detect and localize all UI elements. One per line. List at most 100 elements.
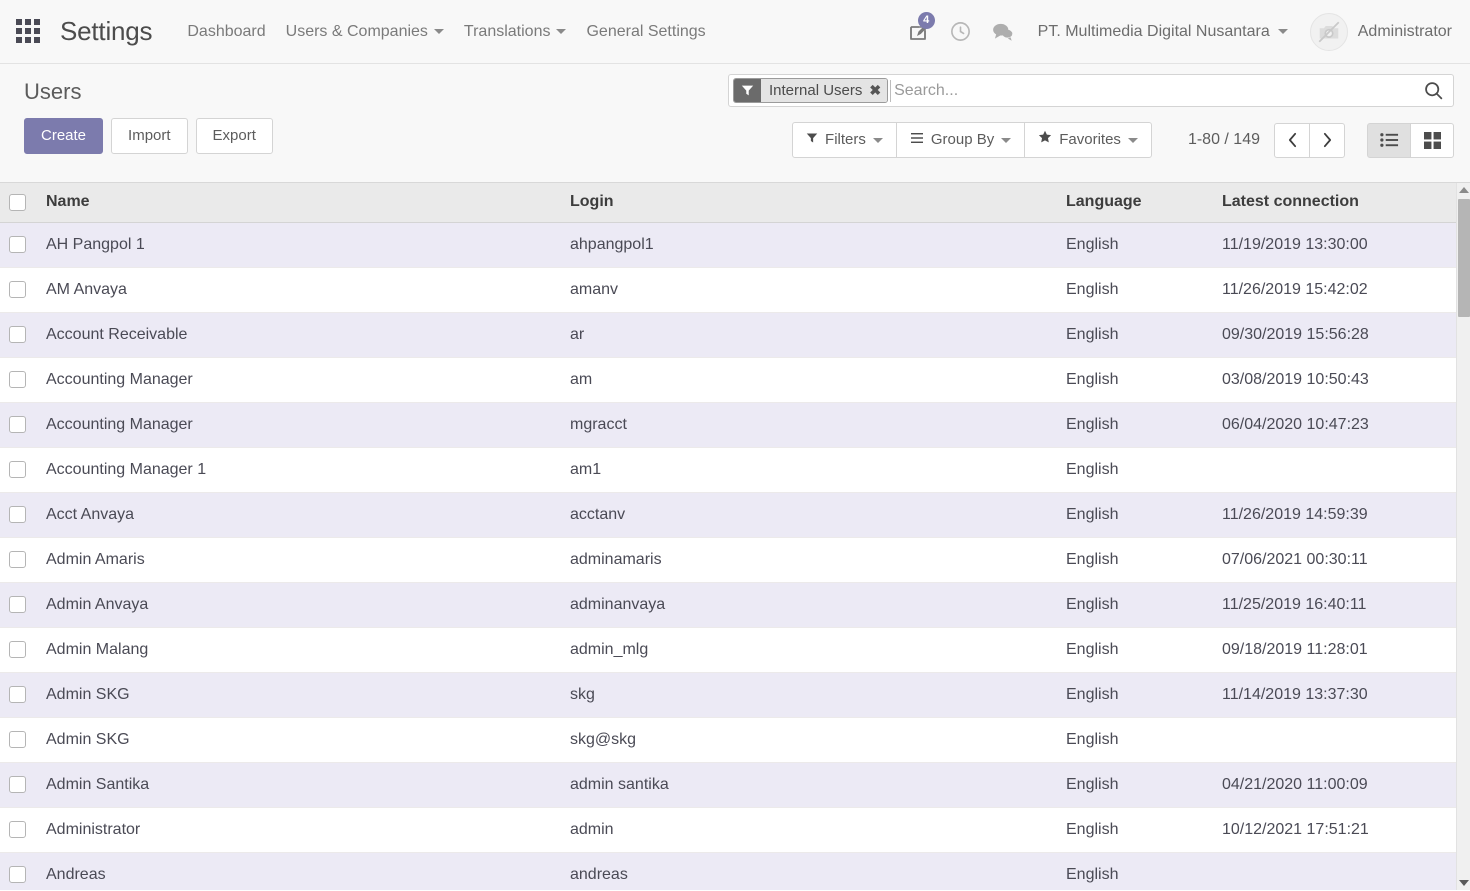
row-checkbox[interactable] bbox=[9, 325, 26, 343]
cell-language: English bbox=[1058, 852, 1214, 890]
table-row[interactable]: AH Pangpol 1 ahpangpol1 English 11/19/2019 … bbox=[0, 222, 1456, 268]
row-checkbox[interactable] bbox=[9, 640, 26, 658]
table-row[interactable]: Account Receivable ar English 09/30/2019 15… bbox=[0, 312, 1456, 358]
table-row[interactable]: Andreas andreas English bbox=[0, 852, 1456, 890]
select-all-checkbox[interactable] bbox=[9, 193, 26, 211]
chevron-down-icon bbox=[1277, 29, 1288, 34]
table-row[interactable]: Admin SKG skg@skg English bbox=[0, 717, 1456, 763]
cell-language: English bbox=[1058, 357, 1214, 403]
cell-login: ahpangpol1 bbox=[562, 222, 1058, 268]
cell-login: am bbox=[562, 357, 1058, 403]
cell-latest-connection bbox=[1214, 447, 1456, 493]
row-checkbox[interactable] bbox=[9, 775, 26, 793]
table-row[interactable]: Admin Santika admin santika English 04/21/2… bbox=[0, 762, 1456, 808]
triangle-up-icon bbox=[1458, 187, 1469, 193]
cell-language: English bbox=[1058, 312, 1214, 358]
user-menu[interactable]: Administrator bbox=[1296, 9, 1456, 55]
row-checkbox[interactable] bbox=[9, 280, 26, 298]
company-switcher[interactable]: PT. Multimedia Digital Nusantara bbox=[1024, 17, 1296, 47]
scroll-down-button[interactable] bbox=[1457, 876, 1470, 890]
column-header-login[interactable]: Login bbox=[562, 183, 1058, 223]
create-button[interactable]: Create bbox=[24, 118, 104, 154]
menu-general-settings-label: General Settings bbox=[586, 22, 706, 40]
navbar-right-group: 4 PT. Multimedia Digital Nusantara Admin… bbox=[898, 9, 1456, 55]
record-action-buttons: Create Import Export bbox=[24, 118, 273, 154]
cell-login: admin bbox=[562, 807, 1058, 853]
cell-name: Admin SKG bbox=[38, 672, 562, 718]
view-switcher bbox=[1367, 122, 1454, 158]
row-checkbox[interactable] bbox=[9, 415, 26, 433]
cell-language: English bbox=[1058, 537, 1214, 583]
table-row[interactable]: Administrator admin English 10/12/2021 17:5… bbox=[0, 807, 1456, 853]
row-select-cell bbox=[0, 672, 38, 718]
table-row[interactable]: Accounting Manager 1 am1 English bbox=[0, 447, 1456, 493]
pager-buttons bbox=[1274, 122, 1345, 158]
row-select-cell bbox=[0, 717, 38, 763]
search-facet-label-group: Internal Users ✖ bbox=[761, 79, 888, 102]
cell-latest-connection: 11/19/2019 13:30:00 bbox=[1214, 222, 1456, 268]
table-row[interactable]: AM Anvaya amanv English 11/26/2019 15:42:02 bbox=[0, 267, 1456, 313]
search-icon[interactable] bbox=[1417, 80, 1448, 101]
close-x-icon[interactable]: ✖ bbox=[869, 82, 881, 99]
search-input[interactable] bbox=[890, 79, 1417, 102]
vertical-scrollbar[interactable] bbox=[1456, 183, 1470, 890]
row-checkbox[interactable] bbox=[9, 370, 26, 388]
chat-bubble-icon[interactable] bbox=[982, 10, 1024, 54]
cell-name: Acct Anvaya bbox=[38, 492, 562, 538]
table-row[interactable]: Accounting Manager mgracct English 06/04/20… bbox=[0, 402, 1456, 448]
row-checkbox[interactable] bbox=[9, 505, 26, 523]
table-row[interactable]: Admin SKG skg English 11/14/2019 13:37:30 bbox=[0, 672, 1456, 718]
search-bar[interactable]: Internal Users ✖ bbox=[728, 74, 1454, 107]
table-row[interactable]: Admin Malang admin_mlg English 09/18/2019 1… bbox=[0, 627, 1456, 673]
column-header-latest-connection[interactable]: Latest connection bbox=[1214, 183, 1456, 223]
kanban-view-icon[interactable] bbox=[1410, 122, 1454, 158]
column-header-name[interactable]: Name bbox=[38, 183, 562, 223]
scrollbar-thumb[interactable] bbox=[1458, 199, 1470, 317]
menu-general-settings[interactable]: General Settings bbox=[577, 17, 714, 47]
table-row[interactable]: Acct Anvaya acctanv English 11/26/2019 14:5… bbox=[0, 492, 1456, 538]
table-row[interactable]: Accounting Manager am English 03/08/2019 10… bbox=[0, 357, 1456, 403]
menu-users-companies[interactable]: Users & Companies bbox=[277, 17, 453, 47]
app-brand-title[interactable]: Settings bbox=[60, 16, 153, 47]
pager-previous-button[interactable] bbox=[1274, 122, 1310, 158]
pager-next-button[interactable] bbox=[1309, 122, 1345, 158]
menu-translations[interactable]: Translations bbox=[455, 17, 576, 47]
clock-icon[interactable] bbox=[940, 10, 982, 54]
chevron-down-icon bbox=[872, 137, 883, 143]
search-facet-internal-users[interactable]: Internal Users ✖ bbox=[733, 78, 889, 103]
cell-latest-connection: 11/25/2019 16:40:11 bbox=[1214, 582, 1456, 628]
cell-login: am1 bbox=[562, 447, 1058, 493]
cell-name: AH Pangpol 1 bbox=[38, 222, 562, 268]
row-checkbox[interactable] bbox=[9, 595, 26, 613]
row-checkbox[interactable] bbox=[9, 730, 26, 748]
export-button[interactable]: Export bbox=[195, 118, 273, 154]
list-view-icon[interactable] bbox=[1367, 122, 1411, 158]
row-select-cell bbox=[0, 852, 38, 890]
table-header: Name Login Language Latest connection bbox=[0, 183, 1456, 223]
import-button[interactable]: Import bbox=[111, 118, 188, 154]
favorites-button[interactable]: Favorites bbox=[1024, 122, 1152, 158]
row-checkbox[interactable] bbox=[9, 235, 26, 253]
row-checkbox[interactable] bbox=[9, 865, 26, 883]
apps-grid-icon[interactable] bbox=[16, 18, 42, 45]
group-by-button[interactable]: Group By bbox=[895, 122, 1026, 158]
cell-language: English bbox=[1058, 762, 1214, 808]
row-select-cell bbox=[0, 627, 38, 673]
control-panel-left: Users Create Import Export bbox=[16, 74, 273, 154]
cell-language: English bbox=[1058, 492, 1214, 538]
activity-pencil-icon[interactable]: 4 bbox=[898, 10, 940, 54]
row-checkbox[interactable] bbox=[9, 460, 26, 478]
cell-login: mgracct bbox=[562, 402, 1058, 448]
cell-latest-connection: 09/30/2019 15:56:28 bbox=[1214, 312, 1456, 358]
row-checkbox[interactable] bbox=[9, 685, 26, 703]
column-header-language[interactable]: Language bbox=[1058, 183, 1214, 223]
scroll-up-button[interactable] bbox=[1457, 183, 1470, 197]
row-checkbox[interactable] bbox=[9, 550, 26, 568]
menu-dashboard[interactable]: Dashboard bbox=[178, 17, 274, 47]
control-panel: Users Create Import Export Internal User… bbox=[0, 64, 1470, 183]
filters-button[interactable]: Filters bbox=[792, 122, 897, 158]
cell-latest-connection: 04/21/2020 11:00:09 bbox=[1214, 762, 1456, 808]
row-checkbox[interactable] bbox=[9, 820, 26, 838]
table-row[interactable]: Admin Amaris adminamaris English 07/06/2021… bbox=[0, 537, 1456, 583]
table-row[interactable]: Admin Anvaya adminanvaya English 11/25/2019… bbox=[0, 582, 1456, 628]
